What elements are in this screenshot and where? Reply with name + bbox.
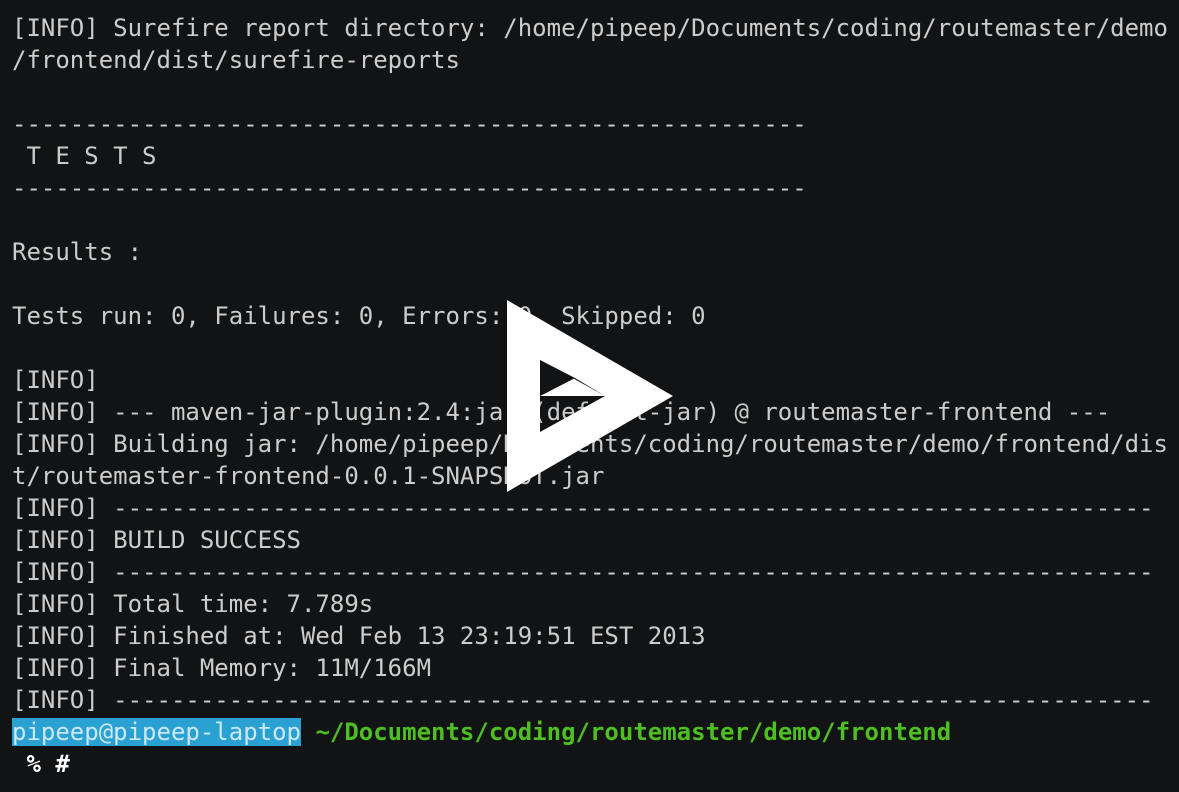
- terminal-line: ----------------------------------------…: [12, 110, 807, 138]
- prompt-cwd: ~/Documents/coding/routemaster/demo/fron…: [315, 718, 952, 746]
- prompt-input-line[interactable]: % #: [12, 748, 1172, 780]
- prompt-symbols: % #: [12, 750, 70, 778]
- prompt-user-host: pipeep@pipeep-laptop: [12, 718, 301, 746]
- terminal-line: t/routemaster-frontend-0.0.1-SNAPSHOT.ja…: [12, 462, 605, 490]
- terminal-line: [INFO] Total time: 7.789s: [12, 590, 374, 618]
- terminal-line: ----------------------------------------…: [12, 174, 807, 202]
- terminal-line: [INFO] ---------------------------------…: [12, 558, 1154, 586]
- terminal-line: Results :: [12, 238, 143, 266]
- terminal-line: [INFO] Building jar: /home/pipeep/Docume…: [12, 430, 1168, 458]
- terminal-line: T E S T S: [12, 142, 157, 170]
- terminal-line: /frontend/dist/surefire-reports: [12, 46, 460, 74]
- terminal-line: [INFO] ---------------------------------…: [12, 494, 1154, 522]
- terminal-line: [INFO]: [12, 366, 99, 394]
- terminal-line: [INFO] Surefire report directory: /home/…: [12, 14, 1168, 42]
- terminal-line: Tests run: 0, Failures: 0, Errors: 0, Sk…: [12, 302, 706, 330]
- terminal-line: [INFO] Final Memory: 11M/166M: [12, 654, 432, 682]
- terminal-line: [INFO] ---------------------------------…: [12, 686, 1154, 714]
- shell-prompt: pipeep@pipeep-laptop ~/Documents/coding/…: [12, 716, 1172, 748]
- terminal-line: [INFO] Finished at: Wed Feb 13 23:19:51 …: [12, 622, 706, 650]
- terminal-line: [INFO] BUILD SUCCESS: [12, 526, 301, 554]
- terminal-line: [INFO] --- maven-jar-plugin:2.4:jar (def…: [12, 398, 1111, 426]
- terminal-output: [INFO] Surefire report directory: /home/…: [12, 12, 1172, 780]
